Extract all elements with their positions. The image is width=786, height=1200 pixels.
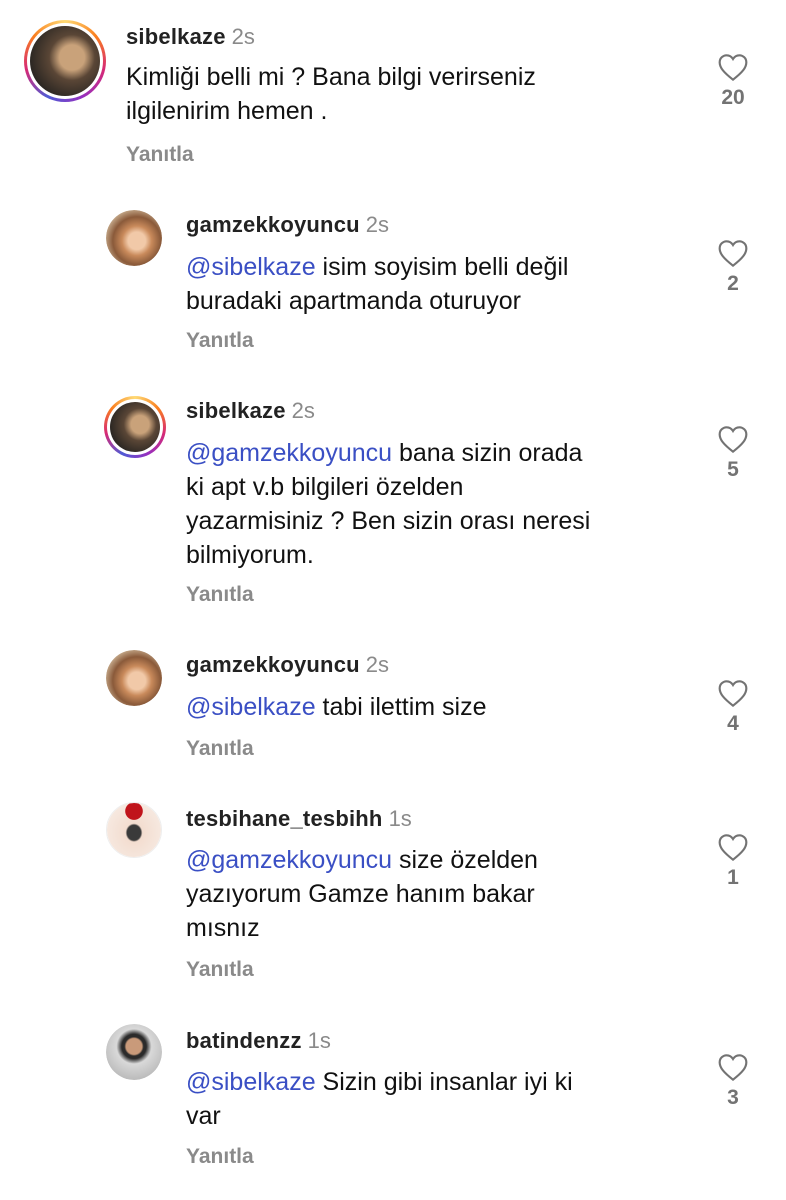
like-button[interactable]: 1 (708, 832, 758, 890)
comment-text: @gamzekkoyuncu bana sizin orada ki apt v… (186, 439, 591, 569)
heart-icon (718, 834, 748, 862)
heart-icon (718, 680, 748, 708)
mention-link[interactable]: @gamzekkoyuncu (186, 439, 392, 467)
comment-text: @sibelkaze isim soyisim belli değil bura… (186, 253, 569, 315)
avatar[interactable] (106, 802, 162, 858)
reply-button[interactable]: Yanıtla (186, 583, 254, 607)
mention-link[interactable]: @sibelkaze (186, 253, 316, 281)
reply-button[interactable]: Yanıtla (186, 737, 254, 761)
like-button[interactable]: 3 (708, 1052, 758, 1110)
comment-username[interactable]: tesbihane_tesbihh (186, 806, 383, 831)
avatar-photo-woman-icon (106, 210, 162, 266)
reply-button[interactable]: Yanıtla (186, 1145, 254, 1169)
comment-text: @sibelkaze tabi ilettim size (186, 693, 487, 721)
avatar[interactable] (106, 650, 162, 706)
comment-text: @sibelkaze Sizin gibi insanlar iyi ki va… (186, 1068, 573, 1130)
like-count: 20 (721, 86, 745, 109)
comment-text: @gamzekkoyuncu size özelden yazıyorum Ga… (186, 846, 538, 942)
avatar-photo-cat-icon (110, 402, 160, 452)
heart-icon (718, 240, 748, 268)
comment-username[interactable]: gamzekkoyuncu (186, 212, 360, 237)
avatar-photo-cat-icon (30, 26, 100, 96)
comment-time: 2s (291, 398, 315, 423)
mention-link[interactable]: @gamzekkoyuncu (186, 846, 392, 874)
like-count: 1 (727, 866, 739, 889)
comment-time: 2s (365, 212, 390, 237)
mention-link[interactable]: @sibelkaze (186, 693, 316, 721)
avatar-photo-woman-icon (106, 650, 162, 706)
comment-username[interactable]: sibelkaze (186, 398, 286, 423)
heart-icon (718, 54, 748, 82)
like-button[interactable]: 2 (708, 238, 758, 296)
heart-icon (718, 1054, 748, 1082)
like-count: 5 (727, 458, 739, 481)
avatar[interactable] (106, 1024, 162, 1080)
like-count: 4 (727, 712, 739, 735)
reply-button[interactable]: Yanıtla (126, 143, 194, 167)
like-button[interactable]: 20 (708, 52, 758, 110)
comment-time: 2s (231, 24, 255, 49)
comment-username[interactable]: sibelkaze (126, 24, 226, 49)
comment-username[interactable]: gamzekkoyuncu (186, 652, 360, 677)
comment-username[interactable]: batindenzz (186, 1028, 302, 1053)
comment-time: 2s (365, 652, 390, 677)
avatar-photo-man-icon (106, 1024, 162, 1080)
avatar[interactable] (104, 396, 166, 458)
avatar[interactable] (24, 20, 106, 102)
like-count: 2 (727, 272, 739, 295)
mention-link[interactable]: @sibelkaze (186, 1068, 316, 1096)
reply-button[interactable]: Yanıtla (186, 958, 254, 982)
comment-time: 1s (388, 806, 412, 831)
comment-time: 1s (307, 1028, 331, 1053)
reply-button[interactable]: Yanıtla (186, 329, 254, 353)
avatar[interactable] (106, 210, 162, 266)
like-button[interactable]: 5 (708, 424, 758, 482)
comment-text: Kimliği belli mi ? Bana bilgi verirseniz… (126, 63, 536, 125)
heart-icon (718, 426, 748, 454)
like-count: 3 (727, 1086, 739, 1109)
avatar-photo-bracelet-icon (107, 803, 161, 857)
like-button[interactable]: 4 (708, 678, 758, 736)
